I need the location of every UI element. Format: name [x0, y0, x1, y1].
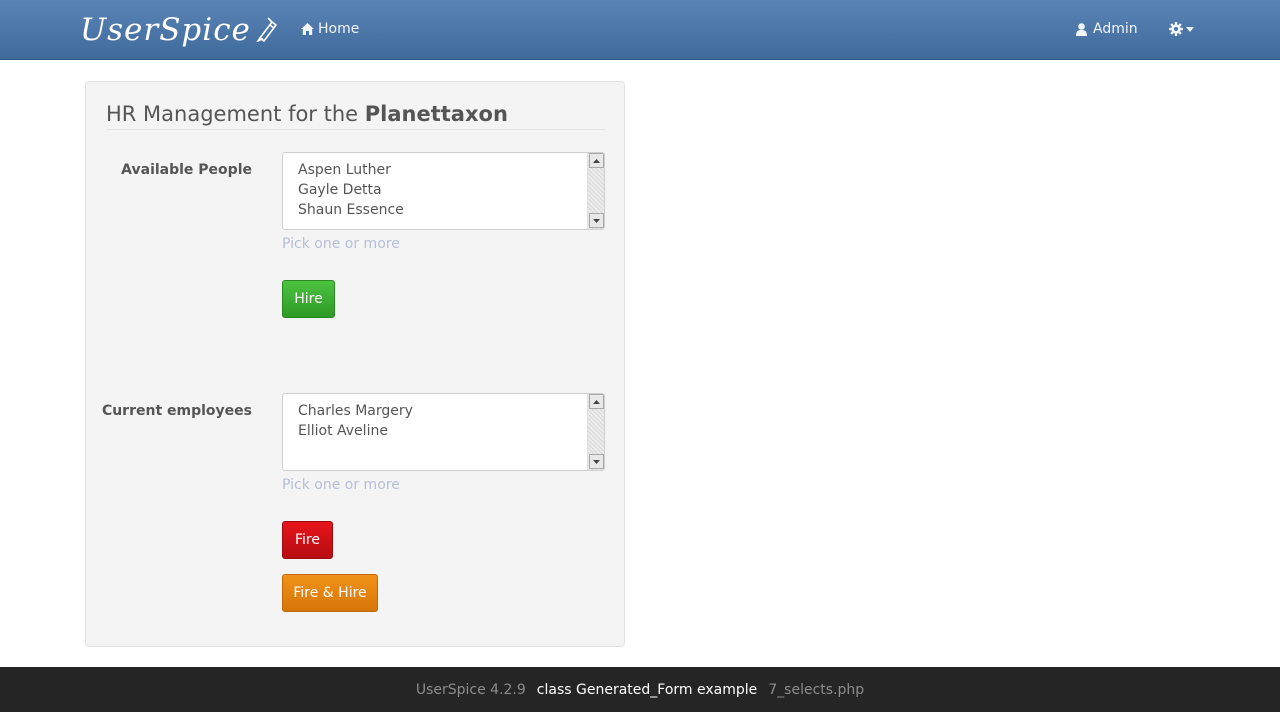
arrow-up-icon — [593, 399, 600, 404]
settings-dropdown[interactable] — [1169, 19, 1194, 39]
scroll-up-button[interactable] — [589, 153, 604, 168]
nav-home-label: Home — [318, 21, 360, 37]
nav-home-link[interactable]: Home — [301, 19, 359, 39]
home-icon — [301, 23, 314, 35]
list-option[interactable]: Gayle Detta — [298, 182, 382, 198]
footer-example: class Generated_Form example — [536, 681, 758, 698]
scroll-down-button[interactable] — [589, 454, 604, 469]
footer-file: 7_selects.php — [768, 681, 865, 698]
available-people-label: Available People — [121, 162, 252, 178]
scroll-up-button[interactable] — [589, 394, 604, 409]
nav-user-menu[interactable]: Admin — [1076, 19, 1138, 39]
fire-button[interactable]: Fire — [282, 521, 333, 559]
available-people-select[interactable]: Aspen Luther Gayle Detta Shaun Essence — [282, 152, 605, 230]
select-scrollbar[interactable] — [587, 394, 604, 470]
list-option[interactable]: Elliot Aveline — [298, 423, 388, 439]
current-employees-select[interactable]: Charles Margery Elliot Aveline — [282, 393, 605, 471]
pen-icon — [256, 17, 278, 42]
brand-logo[interactable]: UserSpice — [80, 10, 278, 50]
select-scrollbar[interactable] — [587, 153, 604, 229]
page-title: HR Management for the Planettaxon — [106, 102, 605, 130]
page-footer: UserSpice 4.2.9 class Generated_Form exa… — [0, 667, 1280, 712]
hire-button[interactable]: Hire — [282, 280, 335, 318]
caret-down-icon — [1186, 26, 1194, 32]
arrow-down-icon — [593, 218, 600, 223]
title-org: Planettaxon — [364, 102, 508, 126]
arrow-up-icon — [593, 158, 600, 163]
top-navbar: UserSpice Home Admin — [0, 0, 1280, 60]
list-option[interactable]: Shaun Essence — [298, 202, 404, 218]
fire-and-hire-button[interactable]: Fire & Hire — [282, 574, 378, 612]
current-employees-label: Current employees — [101, 403, 252, 419]
scroll-down-button[interactable] — [589, 213, 604, 228]
title-prefix: HR Management for the — [106, 102, 359, 126]
employees-help-text: Pick one or more — [282, 477, 400, 493]
list-option[interactable]: Aspen Luther — [298, 162, 391, 178]
hr-form-panel: HR Management for the Planettaxon Availa… — [85, 81, 625, 647]
list-option[interactable]: Charles Margery — [298, 403, 413, 419]
arrow-down-icon — [593, 459, 600, 464]
brand-name: UserSpice — [80, 12, 251, 48]
available-help-text: Pick one or more — [282, 236, 400, 252]
gear-icon — [1169, 22, 1183, 36]
user-icon — [1076, 22, 1087, 36]
nav-user-label: Admin — [1093, 21, 1138, 37]
footer-version: UserSpice 4.2.9 — [415, 681, 526, 698]
